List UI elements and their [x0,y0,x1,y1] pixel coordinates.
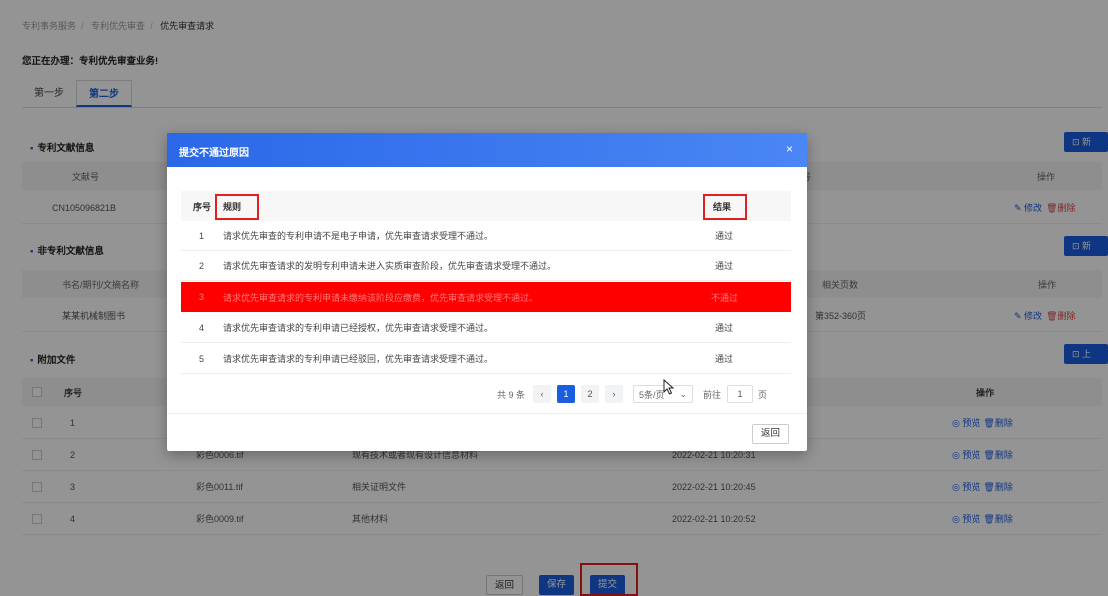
mouse-cursor-icon [663,379,675,395]
close-icon[interactable]: × [786,142,793,156]
rule-text: 请求优先审查请求的专利申请未缴纳该阶段应缴费，优先审查请求受理不通过。 [223,292,539,303]
rule-idx: 4 [199,322,205,333]
rule-idx: 5 [199,353,205,364]
next-page-button[interactable]: › [605,385,624,403]
rule-result: 通过 [715,231,734,241]
total-count: 共 9 条 [497,389,526,400]
dialog-back-button[interactable]: 返回 [751,424,789,444]
rule-result: 通过 [715,354,734,364]
rule-text: 请求优先审查请求的专利申请已经授权，优先审查请求受理不通过。 [223,323,494,333]
rule-idx: 2 [199,260,205,271]
table-row: 4 请求优先审查请求的专利申请已经授权，优先审查请求受理不通过。 通过 [181,313,791,343]
dialog-footer: 返回 [167,413,807,451]
rule-idx: 1 [199,230,205,241]
prev-page-button[interactable]: ‹ [533,385,552,403]
goto-label: 前往 [703,389,722,400]
table-row: 1 请求优先审查的专利申请不是电子申请，优先审查请求受理不通过。 通过 [181,221,791,251]
col-idx: 序号 [193,201,212,212]
page-2-button[interactable]: 2 [581,385,600,403]
rule-result: 通过 [715,261,734,271]
dialog-header: 提交不通过原因 × [167,133,807,167]
table-row: 5 请求优先审查请求的专利申请已经驳回，优先审查请求受理不通过。 通过 [181,344,791,374]
pagination: 共 9 条 ‹ 1 2 › 5条/页 ⌄ 前往 1 页 [497,385,767,403]
goto-page-input[interactable]: 1 [727,385,754,403]
rule-text: 请求优先审查请求的专利申请已经驳回，优先审查请求受理不通过。 [223,354,494,364]
table-row-failed: 3 请求优先审查请求的专利申请未缴纳该阶段应缴费，优先审查请求受理不通过。 不通… [181,282,791,312]
rule-result: 不通过 [711,292,739,303]
fail-reason-dialog: 提交不通过原因 × 序号 规则 结果 1 请求优先审查的专利申请不是电子申请，优… [167,133,807,451]
table-row: 2 请求优先审查请求的发明专利申请未进入实质审查阶段，优先审查请求受理不通过。 … [181,251,791,281]
rule-idx: 3 [199,292,205,302]
rule-result: 通过 [715,323,734,333]
rule-text: 请求优先审查请求的发明专利申请未进入实质审查阶段，优先审查请求受理不通过。 [223,261,557,271]
rule-text: 请求优先审查的专利申请不是电子申请，优先审查请求受理不通过。 [223,231,494,241]
chevron-down-icon: ⌄ [679,388,688,399]
chevron-right-icon: › [612,389,616,399]
page-unit-label: 页 [758,389,768,400]
rule-highlight-box [215,194,259,220]
chevron-left-icon: ‹ [540,389,544,399]
rules-table-header: 序号 规则 结果 [181,191,791,221]
dialog-title: 提交不通过原因 [179,148,249,159]
page-1-button[interactable]: 1 [557,385,576,403]
page-size-value: 5条/页 [639,389,665,400]
result-highlight-box [703,194,747,220]
